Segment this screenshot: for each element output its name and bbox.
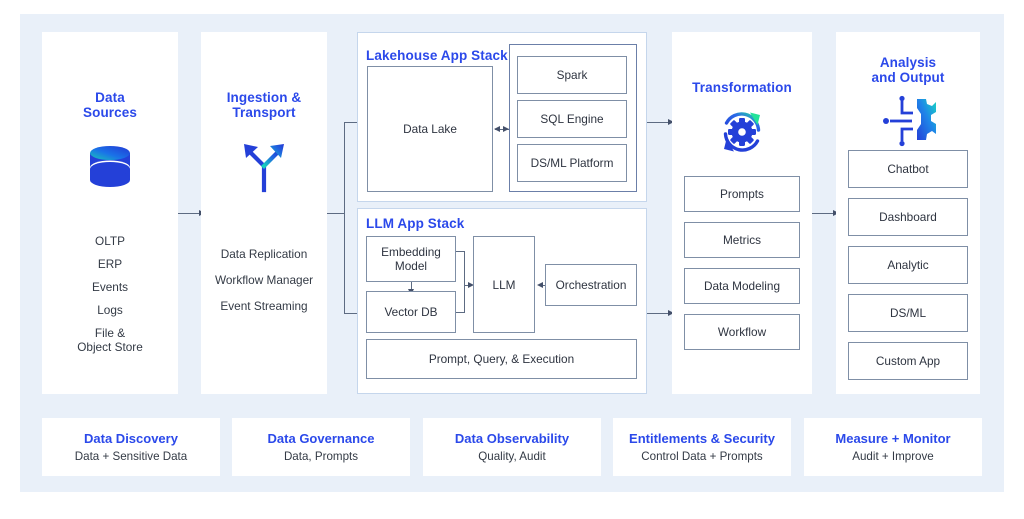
column-analysis-and-output: Analysis and Output Chatbot Dashboard An…: [836, 32, 980, 394]
analysis-title-line1: Analysis: [879, 55, 937, 70]
arrow-head: [537, 281, 543, 288]
arrow-head: [494, 125, 500, 132]
data-sources-title-line2: Sources: [83, 105, 137, 120]
ingestion-title: Ingestion & Transport: [201, 90, 327, 120]
gear-refresh-icon: [714, 104, 770, 160]
box-label: Analytic: [887, 258, 929, 272]
connector-transformation-to-analysis: [812, 213, 834, 214]
connector-ingestion-trunk: [327, 213, 345, 214]
connector-llm-to-transformation: [647, 313, 669, 314]
box-label: Data Lake: [403, 122, 457, 136]
connector-ingestion-bus: [344, 122, 345, 314]
ingestion-list: Data Replication Workflow Manager Event …: [201, 247, 327, 322]
footer-card-title: Data Discovery: [84, 430, 178, 446]
column-transformation: Transformation Prompts Metrics Data Mode…: [672, 32, 812, 394]
box-label: Custom App: [875, 354, 941, 368]
box-label: SQL Engine: [540, 112, 604, 126]
analysis-title-line2: and Output: [871, 70, 945, 85]
footer-card-title: Data Governance: [267, 430, 375, 446]
box-chatbot[interactable]: Chatbot: [848, 150, 968, 188]
list-item: Workflow Manager: [214, 273, 314, 287]
box-sql-engine[interactable]: SQL Engine: [517, 100, 627, 138]
box-label: Dashboard: [879, 210, 937, 224]
box-label: Vector DB: [384, 305, 438, 319]
box-spark[interactable]: Spark: [517, 56, 627, 94]
list-item: ERP: [97, 257, 123, 271]
box-vector-db[interactable]: Vector DB: [366, 291, 456, 333]
box-label: DS/ML: [889, 306, 927, 320]
box-dsml[interactable]: DS/ML: [848, 294, 968, 332]
box-workflow[interactable]: Workflow: [684, 314, 800, 350]
analysis-title: Analysis and Output: [836, 55, 980, 85]
box-dashboard[interactable]: Dashboard: [848, 198, 968, 236]
box-dsml-platform[interactable]: DS/ML Platform: [517, 144, 627, 182]
footer-card-title: Data Observability: [454, 430, 570, 446]
lakehouse-stack-title: Lakehouse App Stack: [366, 48, 508, 63]
connector-llm-bus-lower: [464, 285, 465, 312]
list-item: Data Replication: [220, 247, 308, 261]
llm-stack-title: LLM App Stack: [366, 216, 465, 231]
connector-vectordb-bus: [456, 312, 465, 313]
connector-to-lakehouse: [344, 122, 358, 123]
box-label: Data Modeling: [703, 279, 781, 293]
ingestion-title-line1: Ingestion &: [226, 90, 302, 105]
column-ingestion: Ingestion & Transport Data Replication W…: [201, 32, 327, 394]
box-label: Orchestration: [555, 278, 627, 292]
box-metrics[interactable]: Metrics: [684, 222, 800, 258]
list-item: File & Object Store: [77, 326, 143, 354]
data-sources-list: OLTP ERP Events Logs File & Object Store: [42, 234, 178, 363]
box-orchestration[interactable]: Orchestration: [545, 264, 637, 306]
box-label: LLM: [492, 277, 516, 292]
diagram-canvas: Data Sources OLTP ERP Events Logs File &…: [0, 0, 1024, 519]
list-item: OLTP: [95, 234, 125, 248]
footer-card-data-governance[interactable]: Data Governance Data, Prompts: [232, 418, 410, 476]
footer-card-title: Measure + Monitor: [835, 430, 951, 446]
box-custom-app[interactable]: Custom App: [848, 342, 968, 380]
box-label: Prompts: [720, 187, 764, 201]
footer-card-entitlements-security[interactable]: Entitlements & Security Control Data + P…: [613, 418, 791, 476]
database-cylinder-icon: [81, 136, 139, 196]
footer-card-data-observability[interactable]: Data Observability Quality, Audit: [423, 418, 601, 476]
footer-card-data-discovery[interactable]: Data Discovery Data + Sensitive Data: [42, 418, 220, 476]
footer-card-subtitle: Data, Prompts: [283, 449, 359, 463]
box-label: DS/ML Platform: [530, 156, 614, 170]
box-analytic[interactable]: Analytic: [848, 246, 968, 284]
footer-card-subtitle: Quality, Audit: [478, 449, 546, 463]
connector-sources-to-ingestion: [178, 213, 200, 214]
data-sources-title: Data Sources: [42, 90, 178, 120]
ingestion-title-line2: Transport: [232, 105, 296, 120]
box-label: Prompt, Query, & Execution: [428, 352, 575, 366]
box-label: Metrics: [722, 233, 761, 247]
branching-arrows-icon: [234, 136, 294, 196]
transformation-title: Transformation: [692, 80, 792, 95]
box-data-modeling[interactable]: Data Modeling: [684, 268, 800, 304]
box-data-lake[interactable]: Data Lake: [367, 66, 493, 192]
box-label: Embedding Model: [381, 245, 441, 273]
connector-llm-bus: [464, 251, 465, 285]
data-sources-title-line1: Data: [95, 90, 125, 105]
box-embedding-model[interactable]: Embedding Model: [366, 236, 456, 282]
box-prompts[interactable]: Prompts: [684, 176, 800, 212]
connector-to-llm: [344, 313, 358, 314]
box-label: Chatbot: [887, 162, 929, 176]
list-item: Event Streaming: [220, 299, 308, 313]
list-item: Logs: [97, 303, 123, 317]
footer-card-measure-monitor[interactable]: Measure + Monitor Audit + Improve: [804, 418, 982, 476]
box-prompt-query-execution[interactable]: Prompt, Query, & Execution: [366, 339, 637, 379]
footer-card-title: Entitlements & Security: [629, 430, 775, 446]
connector-lakehouse-to-transformation: [647, 122, 669, 123]
box-label: Spark: [556, 68, 588, 82]
box-label: Workflow: [717, 325, 767, 339]
footer-card-subtitle: Data + Sensitive Data: [74, 449, 188, 463]
list-item: Events: [91, 280, 129, 294]
box-llm[interactable]: LLM: [473, 236, 535, 333]
footer-card-subtitle: Audit + Improve: [852, 449, 934, 463]
analysis-flow-gear-icon: [880, 94, 938, 148]
footer-card-subtitle: Control Data + Prompts: [641, 449, 763, 463]
column-data-sources: Data Sources OLTP ERP Events Logs File &…: [42, 32, 178, 394]
